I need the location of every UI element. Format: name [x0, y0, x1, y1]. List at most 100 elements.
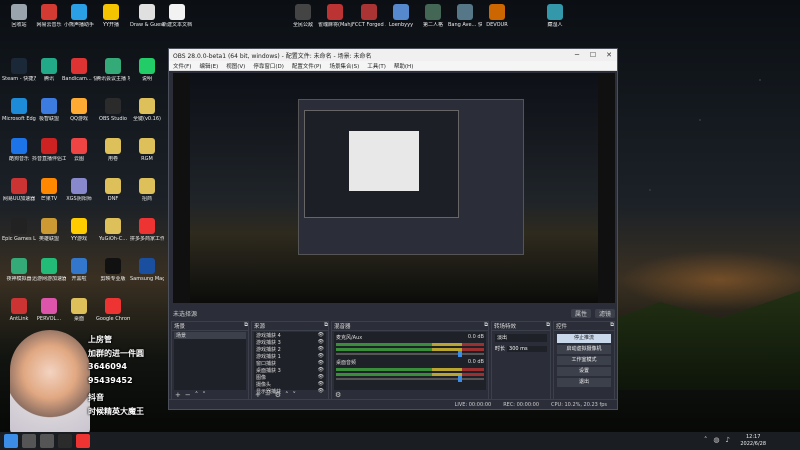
desktop-icon[interactable]: OBS Studio [96, 98, 130, 122]
eye-icon[interactable]: 👁 [318, 374, 324, 381]
desktop-icon[interactable]: 回收站 [2, 4, 36, 28]
desktop-icon[interactable]: 腾讯 [32, 58, 66, 82]
up-icon[interactable]: ˄ [285, 391, 289, 399]
desktop-icon[interactable]: Microsoft Edge [2, 98, 36, 122]
up-icon[interactable]: ˄ [195, 391, 199, 399]
desktop-icon[interactable]: 剪映专业版 [96, 258, 130, 282]
start-virtual-camera-button[interactable]: 启动虚拟摄像机 [557, 345, 611, 354]
desktop-icon[interactable]: 说明 [130, 58, 164, 82]
volume-slider[interactable] [336, 351, 484, 357]
sources-list[interactable]: 游戏捕获 4 👁 游戏捕获 3 👁 游戏捕获 2 👁 游戏捕获 1 👁 窗口捕获 👁 桌面捕获 3 👁… [254, 332, 326, 395]
desktop-icon[interactable]: 英雄联盟 [32, 218, 66, 242]
source-item[interactable]: 游戏捕获 3 👁 [254, 339, 326, 346]
close-icon[interactable]: ✕ [601, 51, 617, 59]
studio-mode-button[interactable]: 工作室模式 [557, 356, 611, 365]
desktop-icon[interactable]: 酷狗音乐 [2, 138, 36, 162]
menu-help[interactable]: 帮助(H) [394, 62, 413, 70]
start-icon[interactable] [4, 434, 18, 448]
volume-icon[interactable]: ♪ [726, 436, 730, 444]
menu-edit[interactable]: 编辑(E) [199, 62, 218, 70]
undock-icon[interactable]: ⧉ [324, 322, 328, 330]
desktop-icon[interactable]: 新建文本文档 [160, 4, 194, 28]
remove-icon[interactable]: − [265, 391, 271, 399]
desktop-icon[interactable]: 网易UU加速器 [2, 178, 36, 202]
obs-icon[interactable] [58, 434, 72, 448]
scenes-list[interactable]: 场景 [174, 332, 246, 390]
eye-icon[interactable]: 👁 [318, 381, 324, 388]
stop-streaming-button[interactable]: 停止推流 [557, 334, 611, 343]
desktop-icon[interactable]: DNF [96, 178, 130, 202]
scene-item[interactable]: 场景 [174, 332, 246, 339]
source-item[interactable]: 游戏捕获 1 👁 [254, 353, 326, 360]
gear-icon[interactable]: ⚙ [275, 391, 281, 399]
add-icon[interactable]: + [255, 391, 261, 399]
undock-icon[interactable]: ⧉ [546, 322, 550, 330]
desktop-icon[interactable]: 云图 [62, 138, 96, 162]
desktop-icon[interactable]: 小熊声播助手 [62, 4, 96, 28]
obs-titlebar[interactable]: OBS 28.0.0-beta1 (64 bit, windows) - 配置文… [169, 49, 617, 61]
menu-tools[interactable]: 工具(T) [367, 62, 386, 70]
source-item[interactable]: 游戏捕获 2 👁 [254, 346, 326, 353]
desktop-icon[interactable]: 雀魂麻将(Mahjong... [318, 4, 352, 28]
minimize-icon[interactable]: ─ [569, 51, 585, 59]
undock-icon[interactable]: ⧉ [484, 322, 488, 330]
source-item[interactable]: 摄像头 👁 [254, 381, 326, 388]
chevron-up-icon[interactable]: ˄ [704, 436, 708, 444]
desktop-icon[interactable]: 迅游网游加速器 [32, 258, 66, 282]
desktop-icon[interactable]: Draw & Guess [130, 4, 164, 28]
desktop-icon[interactable]: 拼多多商家工作台 [130, 218, 164, 242]
desktop-icon[interactable]: Google Chrome [96, 298, 130, 322]
filters-button[interactable]: 滤镜 [594, 308, 615, 318]
desktop-icon[interactable]: 全民公敌 [286, 4, 320, 28]
desktop-icon[interactable]: 开黑啦 [62, 258, 96, 282]
volume-slider[interactable] [336, 376, 484, 382]
properties-button[interactable]: 属性 [571, 308, 592, 318]
settings-button[interactable]: 设置 [557, 367, 611, 376]
add-icon[interactable]: + [175, 391, 181, 399]
desktop-icon[interactable]: AntLink [2, 298, 36, 322]
desktop-icon[interactable]: 全键(v0.16) [130, 98, 164, 122]
desktop-icon[interactable]: 腾讯会议主播 项目部-20... [96, 58, 130, 82]
eye-icon[interactable]: 👁 [318, 353, 324, 360]
desktop-icon[interactable]: Bandicam... 快捷方式 [62, 58, 96, 82]
desktop-icon[interactable]: 藏湿人 [538, 4, 572, 28]
desktop-icon[interactable]: YY开播 [94, 4, 128, 28]
desktop-icon[interactable]: 夜神模拟器 [2, 258, 36, 282]
desktop-icon[interactable]: 第二人格 [416, 4, 450, 28]
desktop-icon[interactable]: QQ游戏 [62, 98, 96, 122]
chrome-icon[interactable] [76, 434, 90, 448]
duration-field[interactable]: 300 ms [507, 345, 547, 352]
search-icon[interactable] [22, 434, 36, 448]
obs-preview[interactable] [173, 73, 615, 303]
desktop-icon[interactable]: 网易云音乐 [32, 4, 66, 28]
taskbar-clock[interactable]: 12:17 2022/6/28 [740, 434, 766, 448]
menu-file[interactable]: 文件(F) [173, 62, 191, 70]
desktop-icon[interactable]: 抖音直播伴侣工具 [32, 138, 66, 162]
desktop-icon[interactable]: FCCT Forged ... [352, 4, 386, 28]
eye-icon[interactable]: 👁 [318, 332, 324, 339]
undock-icon[interactable]: ⧉ [610, 322, 614, 330]
desktop-icon[interactable]: Steam - 快捷方式 [2, 58, 36, 82]
desktop-icon[interactable]: 用卷 [96, 138, 130, 162]
desktop-icon[interactable]: 极智联盟 [32, 98, 66, 122]
desktop-icon[interactable]: Samsung Magician [130, 258, 164, 282]
eye-icon[interactable]: 👁 [318, 360, 324, 367]
source-item[interactable]: 游戏捕获 4 👁 [254, 332, 326, 339]
desktop-icon[interactable]: DEVOUR [480, 4, 514, 28]
desktop-icon[interactable]: RGM [130, 138, 164, 162]
eye-icon[interactable]: 👁 [318, 346, 324, 353]
menu-profile[interactable]: 配置文件(P) [292, 62, 322, 70]
eye-icon[interactable]: 👁 [318, 339, 324, 346]
gear-icon[interactable]: ⚙ [335, 391, 341, 399]
desktop-icon[interactable]: YY游戏 [62, 218, 96, 242]
source-item[interactable]: 窗口捕获 👁 [254, 360, 326, 367]
network-icon[interactable]: ◍ [713, 436, 719, 444]
taskview-icon[interactable] [40, 434, 54, 448]
maximize-icon[interactable]: ☐ [585, 51, 601, 59]
exit-button[interactable]: 退出 [557, 378, 611, 387]
desktop-icon[interactable]: 招商 [130, 178, 164, 202]
remove-icon[interactable]: − [185, 391, 191, 399]
desktop-icon[interactable]: XGS阴阳师 [62, 178, 96, 202]
desktop-icon[interactable]: Epic Games Launcher [2, 218, 36, 242]
down-icon[interactable]: ˅ [202, 391, 206, 399]
